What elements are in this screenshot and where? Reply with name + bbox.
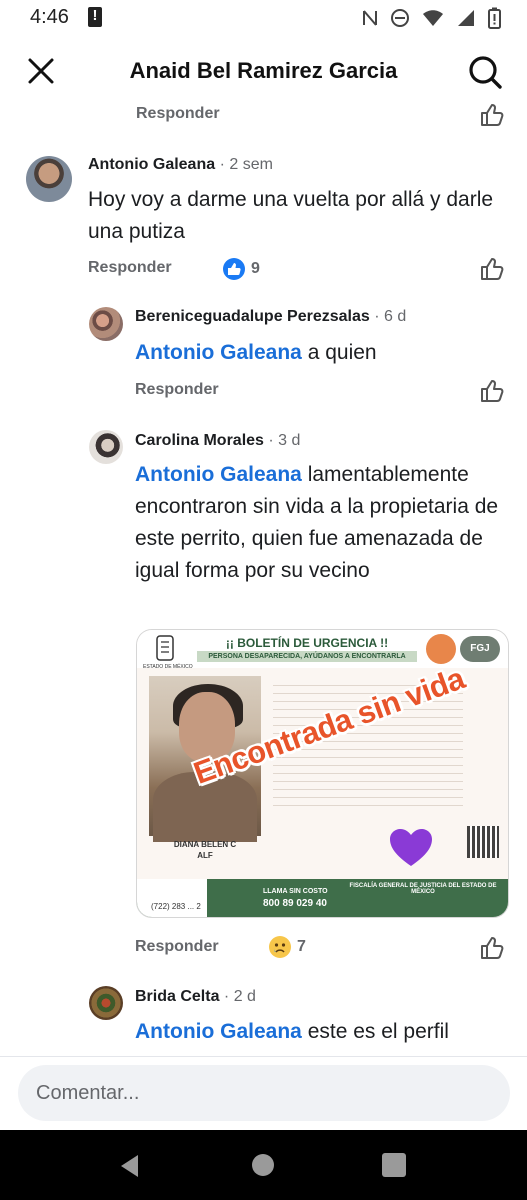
battery-icon — [488, 7, 501, 29]
comment-author[interactable]: Brida Celta · 2 d — [135, 988, 256, 1006]
comment-attachment-image[interactable]: ESTADO DE MÉXICO ¡¡ BOLETÍN DE URGENCIA … — [136, 629, 509, 918]
status-time: 4:46 — [30, 6, 69, 28]
status-icons — [362, 7, 501, 29]
comment-actions: Responder — [88, 254, 172, 282]
mention-link[interactable]: Antonio Galeana — [135, 341, 302, 364]
home-icon[interactable] — [252, 1154, 274, 1176]
reply-button[interactable]: Responder — [135, 381, 219, 399]
close-icon[interactable] — [26, 56, 56, 86]
mention-link[interactable]: Antonio Galeana — [135, 1020, 302, 1043]
like-button-icon[interactable] — [479, 935, 505, 961]
status-bar: 4:46 ! — [0, 0, 527, 36]
post-header: Anaid Bel Ramirez Garcia — [0, 36, 527, 108]
purple-heart-icon — [390, 829, 432, 866]
avatar[interactable] — [26, 156, 72, 202]
reaction-count: 7 — [297, 938, 306, 955]
back-icon[interactable] — [116, 1152, 144, 1180]
poster-badge-icon — [426, 634, 456, 664]
comment-time: · 6 d — [374, 308, 407, 325]
poster-agency-logo: FGJ — [460, 636, 500, 662]
poster-no-cost-label: LLAMA SIN COSTO — [263, 888, 328, 895]
avatar[interactable] — [89, 307, 123, 341]
reply-button[interactable]: Responder — [88, 259, 172, 277]
poster-footer-title: FISCALÍA GENERAL DE JUSTICIA DEL ESTADO … — [349, 883, 497, 895]
comments-feed[interactable]: Responder Antonio Galeana · 2 sem Hoy vo… — [0, 100, 527, 1056]
reaction-summary[interactable]: 7 — [269, 936, 306, 958]
poster-subtitle: PERSONA DESAPARECIDA, AYÚDANOS A ENCONTR… — [197, 651, 417, 662]
reaction-summary[interactable]: 9 — [223, 258, 260, 280]
comment-text: Antonio Galeana a quien — [135, 341, 377, 364]
comment-author[interactable]: Antonio Galeana · 2 sem — [88, 156, 273, 174]
comment-actions: Responder — [135, 933, 219, 961]
alert-notification-icon: ! — [88, 7, 102, 27]
poster-state-label: ESTADO DE MÉXICO — [143, 664, 193, 670]
comment-author[interactable]: Bereniceguadalupe Perezsalas · 6 d — [135, 308, 406, 326]
comment-actions: Responder — [135, 376, 219, 404]
mention-link[interactable]: Antonio Galeana — [135, 463, 302, 486]
poster-local-phone: (722) 283 ... 2 — [151, 902, 201, 911]
reply-button[interactable]: Responder — [135, 938, 219, 956]
comment-input[interactable]: Comentar... — [18, 1065, 510, 1121]
comment-time: · 2 sem — [219, 156, 273, 173]
system-nav-bar — [0, 1130, 527, 1200]
like-reaction-icon — [223, 258, 245, 280]
comment-time: · 2 d — [223, 988, 256, 1005]
comment-text: Hoy voy a darme una vuelta por allá y da… — [88, 188, 494, 243]
comment-author[interactable]: Carolina Morales · 3 d — [135, 432, 300, 450]
recent-apps-icon[interactable] — [382, 1153, 406, 1177]
poster-person-name: DIANA BELEN C — [173, 840, 237, 849]
wifi-icon — [423, 10, 443, 26]
reaction-count: 9 — [251, 260, 260, 277]
search-icon[interactable] — [467, 54, 503, 90]
reply-button[interactable]: Responder — [136, 105, 220, 123]
avatar[interactable] — [89, 430, 123, 464]
signal-icon — [458, 10, 474, 26]
avatar[interactable] — [89, 986, 123, 1020]
poster-footer-logo-area — [137, 879, 207, 917]
comment-text: Antonio Galeana este es el perfil — [135, 1020, 449, 1043]
poster-title: ¡¡ BOLETÍN DE URGENCIA !! — [225, 636, 389, 650]
state-seal-icon — [156, 635, 174, 661]
nfc-icon — [363, 10, 377, 26]
like-button-icon[interactable] — [479, 102, 505, 128]
poster-phone: 800 89 029 40 — [263, 898, 327, 909]
poster-person-name-2: ALF — [197, 851, 213, 860]
qr-code — [467, 826, 499, 858]
sad-reaction-icon — [269, 936, 291, 958]
comment-text: Antonio Galeana lamentablemente encontra… — [135, 463, 499, 582]
like-button-icon[interactable] — [479, 256, 505, 282]
page-title: Anaid Bel Ramirez Garcia — [129, 58, 398, 83]
previous-comment-actions: Responder — [136, 100, 220, 128]
do-not-disturb-icon — [391, 9, 409, 27]
comment-composer: Comentar... — [0, 1056, 527, 1130]
like-button-icon[interactable] — [479, 378, 505, 404]
comment-time: · 3 d — [268, 432, 301, 449]
